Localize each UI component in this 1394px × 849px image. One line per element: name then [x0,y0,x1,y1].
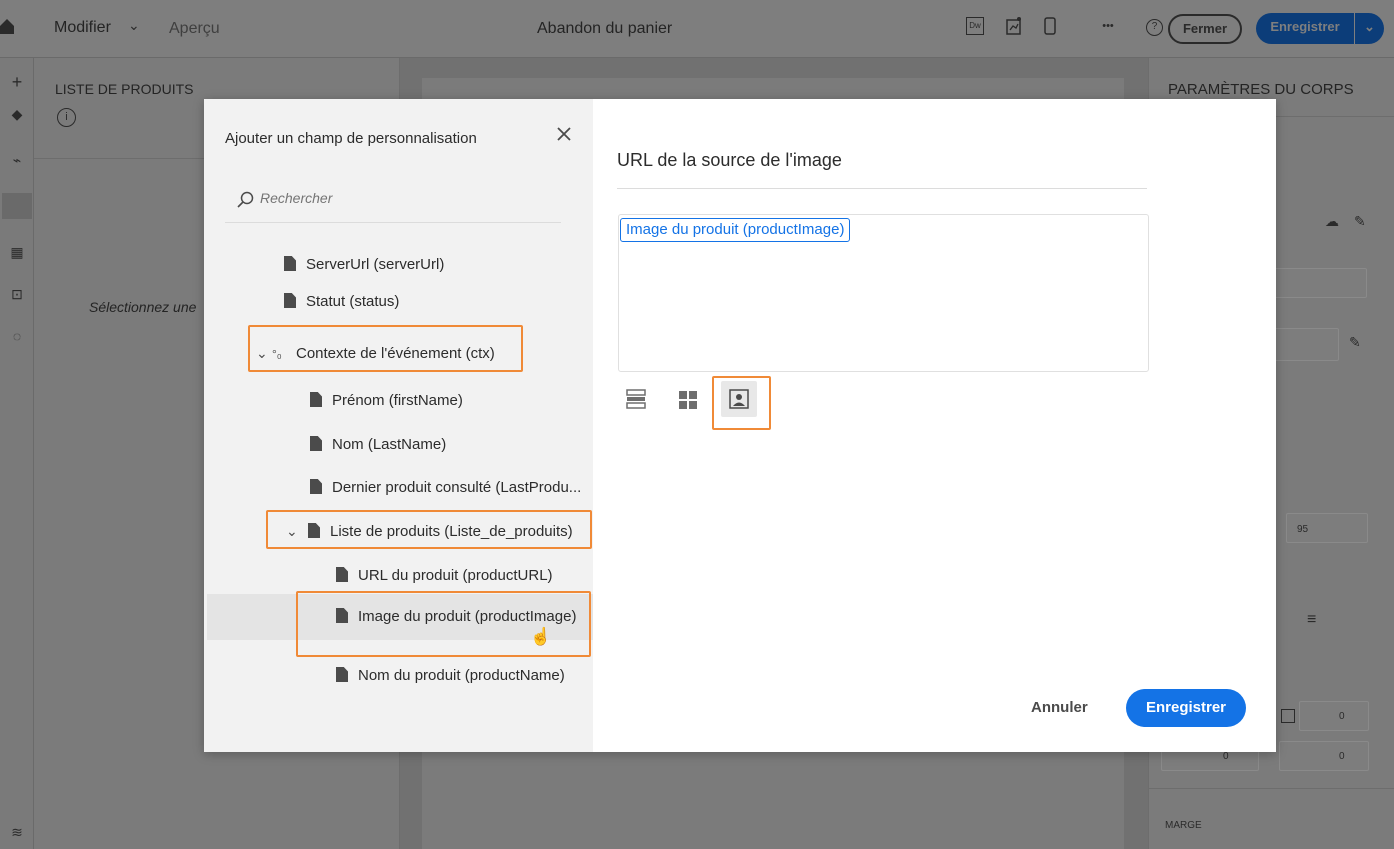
image-source-panel: URL de la source de l'image Image du pro… [593,99,1276,752]
left-toolbar: + ◆ ⌁ ▦ ⊡ ◌ ≋ [0,58,34,849]
cancel-button[interactable]: Annuler [1031,699,1088,716]
edit-icon-2[interactable]: ✎ [1349,334,1361,351]
padding-left-value: 0 [1223,751,1229,762]
padding-right-field[interactable] [1279,741,1369,771]
tree-item-nom[interactable]: Nom (LastName) [310,427,446,463]
grid-icon[interactable]: ▦ [0,244,34,261]
file-icon [284,293,296,308]
add-icon[interactable]: + [0,72,34,93]
padding-right-value: 0 [1339,751,1345,762]
personalization-field-panel: Ajouter un champ de personnalisation Ser… [204,99,593,752]
home-icon[interactable] [0,18,14,34]
padding-icon [1281,709,1295,723]
padding-bottom-field[interactable] [1299,701,1369,731]
grid-layout-icon[interactable] [678,390,698,415]
fragment-icon[interactable]: ⊡ [0,286,34,303]
right-field-2[interactable] [1269,328,1339,361]
dialog-title: Ajouter un champ de personnalisation [225,130,477,147]
personalization-token[interactable]: Image du produit (productImage) [620,218,851,242]
highlight-contexte [248,325,523,372]
top-bar: Modifier ⌄ Aperçu Abandon du panier Dw •… [0,0,1394,58]
tree-item-serverurl[interactable]: ServerUrl (serverUrl) [284,247,444,283]
search-input[interactable] [260,185,560,211]
stack-icon[interactable]: ≋ [0,824,34,841]
close-icon[interactable] [556,126,576,146]
more-icon[interactable]: ••• [1096,20,1120,40]
page-title: Abandon du panier [537,20,673,37]
tree-item-nom-produit[interactable]: Nom du produit (productName) [336,658,565,694]
enregistrer-button[interactable]: Enregistrer [1256,13,1354,44]
dreamweaver-icon[interactable]: Dw [966,17,984,35]
highlight-liste-produits [266,510,592,549]
right-field-1[interactable] [1269,268,1367,298]
padding-bottom-value: 0 [1339,711,1345,722]
file-icon [336,667,348,682]
width-value: 95 [1297,524,1309,535]
save-button[interactable]: Enregistrer [1126,689,1246,727]
shield-icon[interactable]: ◌ [0,328,34,344]
highlight-image-produit [296,591,591,657]
left-panel-hint: Sélectionnez une [89,299,197,315]
enregistrer-dropdown-button[interactable]: ⌄ [1354,13,1384,44]
left-panel-title: LISTE DE PRODUITS [55,81,194,97]
info-icon[interactable]: i [57,108,76,127]
tree-item-prenom[interactable]: Prénom (firstName) [310,383,463,419]
align-icon[interactable]: ≡ [1307,611,1316,629]
file-icon [310,479,322,494]
layers-icon[interactable]: ◆ [0,106,34,123]
image-source-title: URL de la source de l'image [617,150,842,170]
file-icon [310,392,322,407]
highlight-image-button [712,376,771,430]
tree-item-dernier-produit[interactable]: Dernier produit consulté (LastProdu... [310,470,581,506]
apercu-tab[interactable]: Aperçu [169,20,220,38]
modifier-menu[interactable]: Modifier [54,19,111,37]
edit-icon[interactable]: ✎ [1354,213,1366,230]
personalization-icon[interactable] [2,193,32,219]
file-icon [284,256,296,271]
chevron-down-icon[interactable]: ⌄ [128,17,140,34]
search-icon [237,191,255,209]
marge-label: MARGE [1165,820,1202,831]
right-panel-title: PARAMÈTRES DU CORPS [1168,81,1354,98]
tree-item-url-produit[interactable]: URL du produit (productURL) [336,558,553,594]
file-icon [310,436,322,451]
analytics-icon[interactable] [1004,17,1024,37]
fermer-button[interactable]: Fermer [1168,14,1242,44]
file-icon [336,567,348,582]
link-icon[interactable]: ⌁ [0,152,34,169]
mobile-preview-icon[interactable] [1040,17,1060,37]
upload-icon[interactable]: ☁ [1325,213,1339,230]
rows-layout-icon[interactable] [626,389,646,414]
tree-item-statut[interactable]: Statut (status) [284,284,399,320]
help-icon[interactable]: ? [1146,19,1163,36]
personalization-dialog: Ajouter un champ de personnalisation Ser… [204,99,1276,752]
